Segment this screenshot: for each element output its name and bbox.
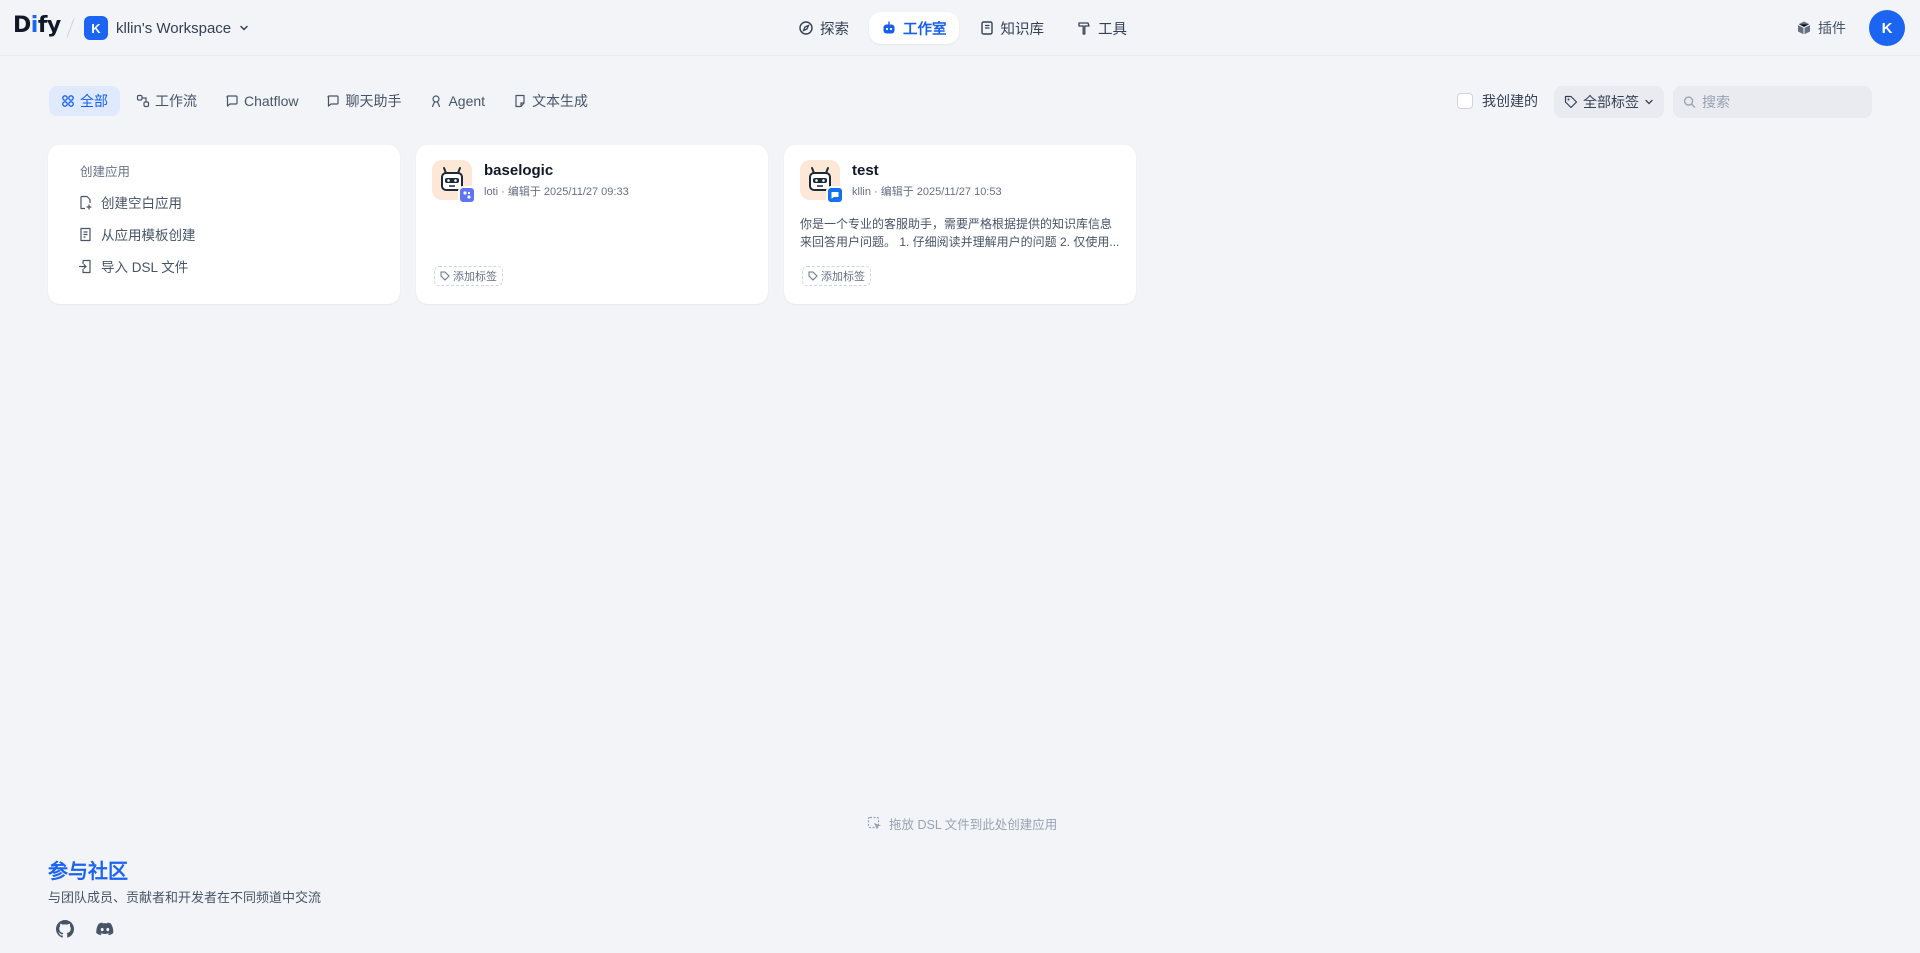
app-description [432, 215, 752, 251]
nav-explore[interactable]: 探索 [786, 12, 861, 44]
agent-icon [432, 95, 441, 108]
chat-bubble-icon [226, 95, 238, 107]
dify-logo[interactable]: Dify [13, 13, 61, 38]
community-links [56, 920, 321, 940]
text-doc-icon [515, 94, 525, 108]
nav-tools-label: 工具 [1098, 21, 1127, 38]
tab-text-generation[interactable]: 文本生成 [501, 86, 600, 116]
add-tag-button[interactable]: 添加标签 [434, 266, 503, 286]
header-divider [66, 18, 75, 38]
chat-badge-icon [826, 186, 844, 204]
app-card-test[interactable]: test kllin · 编辑于 2025/11/27 10:53 你是一个专业… [784, 145, 1136, 304]
tag-filter-label: 全部标签 [1583, 94, 1639, 110]
community-subtitle: 与团队成员、贡献者和开发者在不同频道中交流 [48, 890, 322, 905]
tab-workflow-label: 工作流 [155, 93, 197, 109]
add-tag-label: 添加标签 [821, 271, 865, 283]
add-tag-button[interactable]: 添加标签 [802, 266, 871, 286]
community-section: 参与社区 与团队成员、贡献者和开发者在不同频道中交流 [48, 855, 321, 940]
tab-workflow[interactable]: 工作流 [124, 86, 209, 116]
tab-chat-assistant[interactable]: 聊天助手 [314, 86, 413, 116]
app-avatar [432, 160, 476, 204]
create-blank-app-label: 创建空白应用 [101, 196, 182, 211]
github-icon[interactable] [56, 920, 76, 940]
import-file-icon [78, 259, 91, 273]
chevron-down-icon [1645, 99, 1653, 105]
app-card-baselogic[interactable]: baselogic loti · 编辑于 2025/11/27 09:33 添加… [416, 145, 768, 304]
grid-icon [62, 95, 74, 107]
create-from-template-button[interactable]: 从应用模板创建 [78, 220, 400, 248]
import-dsl-button[interactable]: 导入 DSL 文件 [78, 252, 400, 280]
import-dsl-label: 导入 DSL 文件 [101, 260, 189, 275]
top-navigation-bar: Dify K kllin's Workspace 探索 工作室 知识库 工具 插… [0, 0, 1920, 56]
app-avatar [800, 160, 844, 204]
nav-knowledge[interactable]: 知识库 [967, 12, 1057, 44]
nav-tools[interactable]: 工具 [1064, 12, 1139, 44]
tag-filter-dropdown[interactable]: 全部标签 [1554, 86, 1664, 118]
tab-agent-label: Agent [448, 93, 486, 109]
created-by-me-label: 我创建的 [1482, 93, 1538, 109]
create-from-template-label: 从应用模板创建 [101, 228, 196, 243]
workflow-badge-icon [458, 186, 476, 204]
workspace-switcher[interactable]: K kllin's Workspace [84, 16, 249, 40]
tag-icon [440, 271, 450, 281]
tab-all-label: 全部 [80, 93, 108, 109]
discord-icon[interactable] [96, 920, 116, 940]
workspace-avatar: K [84, 16, 108, 40]
chat-bubble-icon [327, 95, 340, 107]
template-icon [80, 227, 91, 241]
community-title: 参与社区 [48, 861, 128, 883]
app-name: baselogic [484, 162, 554, 179]
file-plus-icon [80, 195, 92, 210]
app-meta: loti · 编辑于 2025/11/27 09:33 [484, 186, 629, 198]
search-icon [1683, 96, 1696, 108]
main-nav: 探索 工作室 知识库 工具 [786, 12, 1139, 44]
tab-chat-assistant-label: 聊天助手 [345, 93, 402, 109]
workspace-name: kllin's Workspace [116, 19, 232, 37]
user-avatar[interactable]: K [1869, 10, 1905, 46]
compass-icon [799, 21, 813, 35]
tab-text-generation-label: 文本生成 [532, 93, 589, 109]
create-app-title: 创建应用 [80, 165, 131, 179]
workflow-icon [136, 94, 150, 108]
robot-icon [883, 21, 895, 34]
dsl-dropzone-hint: 拖放 DSL 文件到此处创建应用 [867, 814, 1057, 833]
search-input[interactable] [1702, 94, 1862, 110]
create-app-card: 创建应用 创建空白应用 从应用模板创建 导入 DSL 文件 [48, 145, 400, 304]
app-meta: kllin · 编辑于 2025/11/27 10:53 [852, 186, 1002, 198]
hammer-icon [1078, 22, 1090, 35]
tab-agent[interactable]: Agent [417, 86, 497, 116]
tag-icon [1564, 95, 1578, 109]
drag-file-icon [867, 816, 881, 829]
nav-studio[interactable]: 工作室 [869, 12, 959, 44]
nav-studio-label: 工作室 [903, 21, 947, 38]
tab-all[interactable]: 全部 [49, 86, 120, 116]
book-icon [980, 21, 993, 35]
nav-knowledge-label: 知识库 [1000, 21, 1045, 38]
nav-explore-label: 探索 [820, 21, 849, 38]
plugin-button[interactable]: 插件 [1796, 16, 1846, 40]
plugin-label: 插件 [1818, 20, 1846, 36]
app-description: 你是一个专业的客服助手，需要严格根据提供的知识库信息来回答用户问题。 1. 仔细… [800, 217, 1120, 249]
chevron-down-icon [240, 25, 248, 31]
created-by-me-filter[interactable]: 我创建的 [1457, 91, 1538, 111]
app-name: test [852, 162, 879, 179]
created-by-me-checkbox[interactable] [1457, 93, 1473, 109]
tab-chatflow-label: Chatflow [244, 93, 299, 109]
add-tag-label: 添加标签 [453, 271, 497, 283]
search-box[interactable] [1673, 86, 1872, 118]
tag-icon [808, 271, 818, 281]
tab-chatflow[interactable]: Chatflow [213, 86, 310, 116]
create-blank-app-button[interactable]: 创建空白应用 [78, 188, 400, 216]
dropzone-text: 拖放 DSL 文件到此处创建应用 [889, 818, 1058, 832]
cube-icon [1797, 21, 1811, 35]
app-type-tabs: 全部 工作流 Chatflow 聊天助手 Agent 文本生成 [49, 86, 600, 116]
